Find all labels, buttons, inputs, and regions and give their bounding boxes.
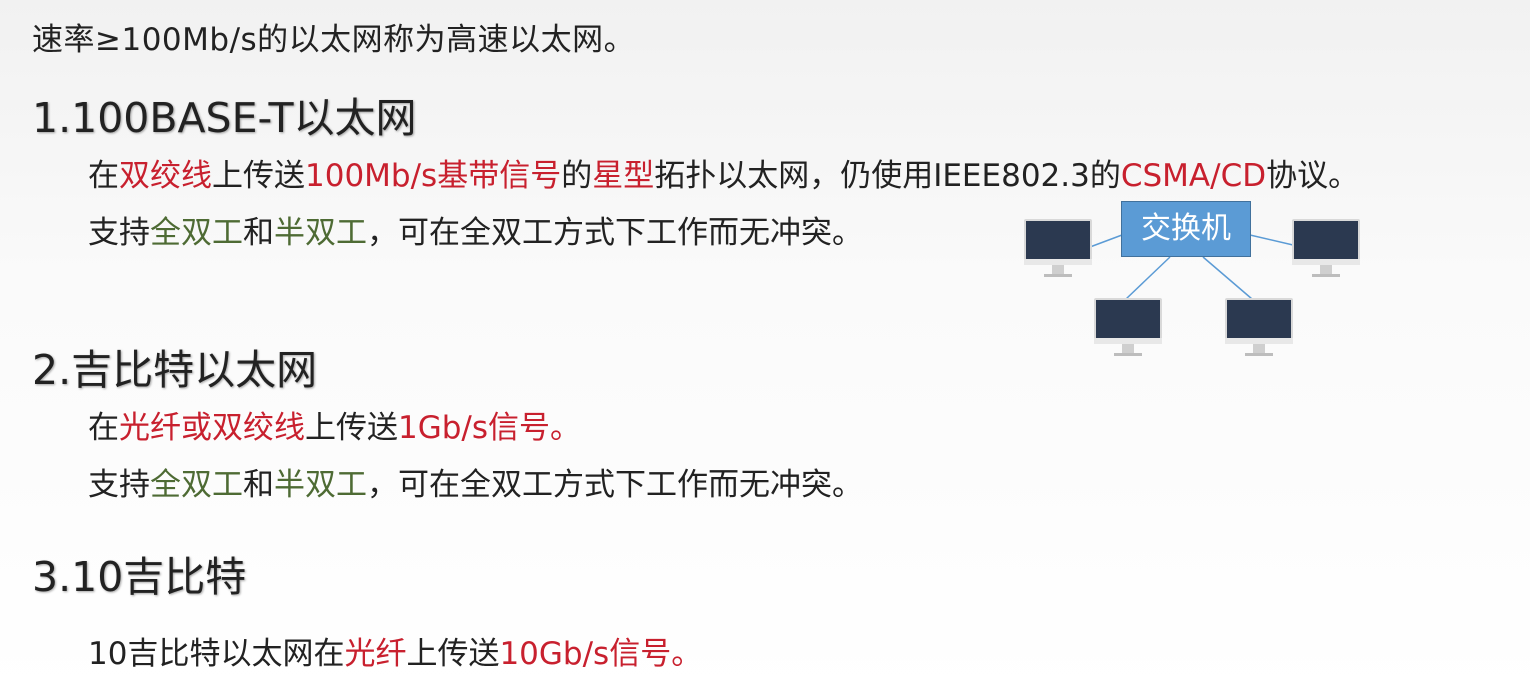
highlight-10gb-signal: 10Gb/s信号 (499, 636, 672, 672)
highlight-star: 星型 (592, 158, 655, 194)
highlight-half-duplex: 半双工 (274, 215, 367, 251)
computer-icon (1292, 219, 1360, 277)
intro-text: 速率≥100Mb/s的以太网称为高速以太网。 (32, 22, 636, 58)
section2-line2: 支持全双工和半双工，可在全双工方式下工作而无冲突。 (88, 459, 863, 504)
section1-line2: 支持全双工和半双工，可在全双工方式下工作而无冲突。 (88, 207, 863, 252)
text-segment: ，可在全双工方式下工作而无冲突。 (367, 467, 863, 503)
text-segment: 和 (243, 215, 274, 251)
highlight-full-duplex: 全双工 (150, 467, 243, 503)
link-line (1089, 234, 1123, 248)
text-segment: 支持 (88, 467, 150, 503)
text-segment: 上传送 (406, 636, 500, 672)
section2-heading: 2.吉比特以太网 (32, 346, 318, 394)
section3-heading: 3.10吉比特 (32, 553, 247, 601)
text-segment: 上传送 (305, 410, 398, 446)
highlight-fiber-or-twisted-pair: 光纤或双绞线 (119, 410, 305, 446)
computer-icon (1225, 298, 1293, 356)
text-segment: 。 (550, 410, 582, 446)
link-line (1202, 256, 1253, 300)
computer-icon (1094, 298, 1162, 356)
link-line (1125, 256, 1171, 300)
highlight-half-duplex: 半双工 (274, 467, 367, 503)
text-segment: 的 (561, 158, 593, 194)
text-segment: 拓扑以太网，仍使用IEEE802.3的 (654, 158, 1121, 194)
section2-line1: 在光纤或双绞线上传送1Gb/s信号。 (88, 402, 581, 447)
highlight-1gb-signal: 1Gb/s信号 (398, 410, 551, 446)
text-segment: 在 (88, 410, 119, 446)
text-segment: 在 (88, 158, 119, 194)
text-segment: 协议。 (1266, 158, 1360, 194)
text-segment: 和 (243, 467, 274, 503)
highlight-full-duplex: 全双工 (150, 215, 243, 251)
star-topology-diagram: 交换机 (1020, 195, 1370, 360)
highlight-100mb-baseband: 100Mb/s基带信号 (305, 158, 562, 194)
highlight-twisted-pair: 双绞线 (119, 158, 212, 194)
highlight-fiber: 光纤 (344, 636, 407, 672)
text-segment: 。 (671, 636, 703, 672)
section1-line1: 在双绞线上传送100Mb/s基带信号的星型拓扑以太网，仍使用IEEE802.3的… (88, 150, 1359, 195)
section3-line1: 10吉比特以太网在光纤上传送10Gb/s信号。 (88, 628, 702, 673)
text-segment: ，可在全双工方式下工作而无冲突。 (367, 215, 863, 251)
highlight-csma-cd: CSMA/CD (1120, 158, 1267, 194)
text-segment: 上传送 (212, 158, 305, 194)
link-line (1249, 234, 1294, 246)
text-segment: 支持 (88, 215, 150, 251)
switch-box: 交换机 (1121, 201, 1251, 257)
section1-heading: 1.100BASE-T以太网 (32, 94, 417, 142)
text-segment: 10吉比特以太网在 (88, 636, 345, 672)
computer-icon (1024, 219, 1092, 277)
